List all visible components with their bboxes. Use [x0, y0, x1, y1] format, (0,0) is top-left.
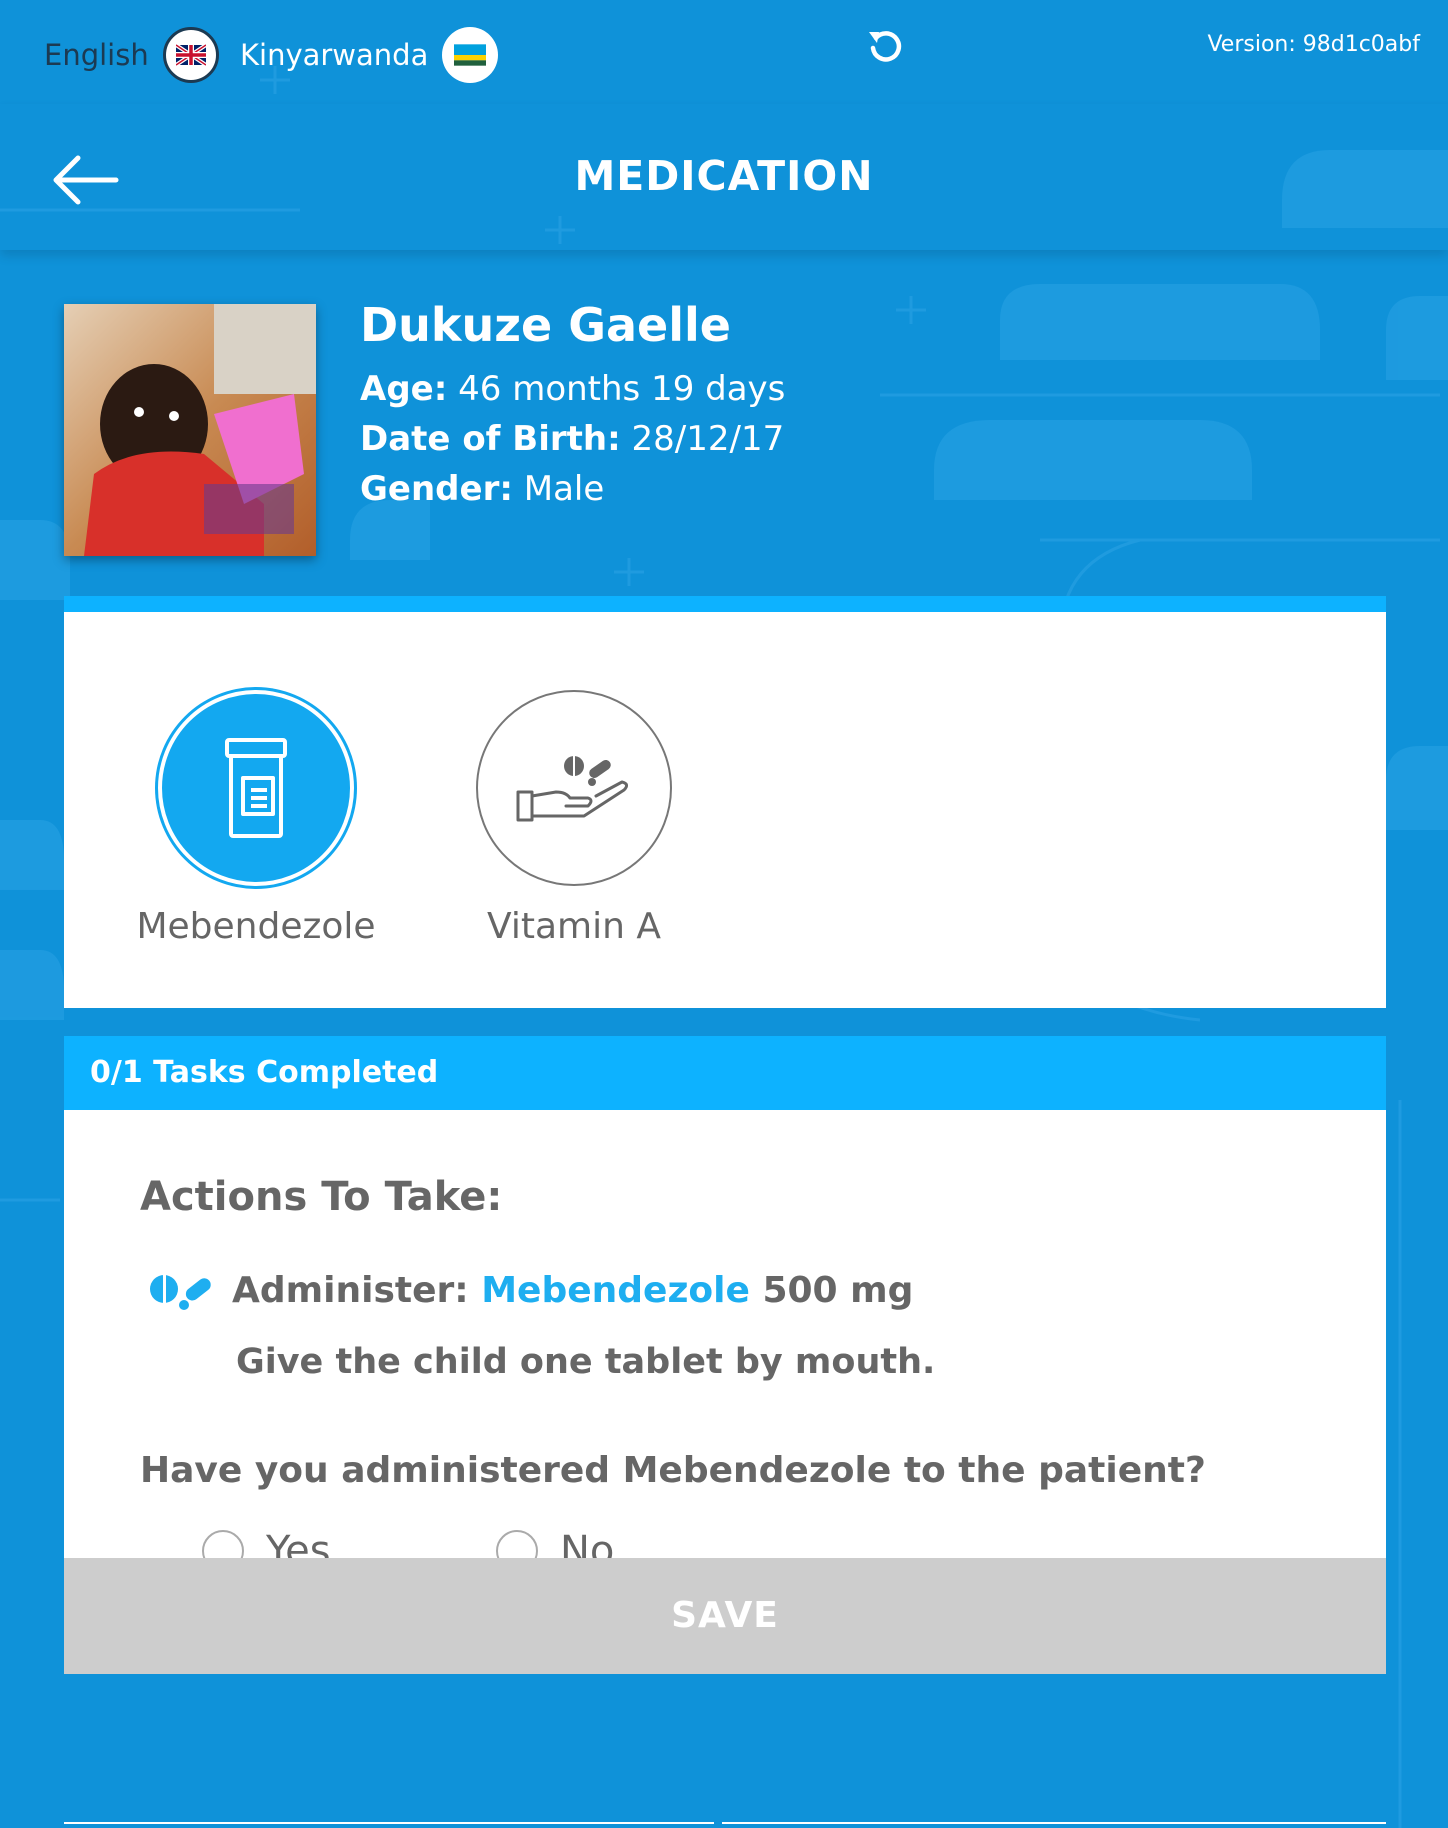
top-bar: English Kinyarwanda Version: 98d1c0abf	[0, 0, 1448, 104]
action-administer: Administer: Mebendezole 500 mg	[148, 1270, 913, 1311]
age-value: 46 months 19 days	[458, 369, 786, 409]
uk-flag-icon	[162, 27, 219, 83]
patient-gender: Gender: Male	[360, 464, 785, 514]
medication-label: Vitamin A	[487, 906, 661, 947]
refresh-icon[interactable]	[864, 24, 908, 68]
drug-name: Mebendezole	[481, 1270, 750, 1311]
actions-title: Actions To Take:	[140, 1174, 503, 1220]
administered-question: Have you administered Mebendezole to the…	[140, 1450, 1206, 1491]
medication-mebendezole[interactable]: Mebendezole	[136, 690, 376, 947]
medication-mebendezole-circle[interactable]	[158, 690, 354, 886]
tasks-status: 0/1 Tasks Completed	[90, 1055, 439, 1090]
bottom-divider	[64, 1822, 1386, 1824]
medication-vitamin-a[interactable]: Vitamin A	[454, 690, 694, 947]
instruction-text: Give the child one tablet by mouth.	[236, 1342, 936, 1382]
administer-text: Administer: Mebendezole 500 mg	[232, 1270, 913, 1311]
drug-dose: 500 mg	[762, 1270, 914, 1311]
medication-vitamin-a-circle[interactable]	[476, 690, 672, 886]
pills-icon	[150, 1272, 211, 1310]
hand-pills-icon	[516, 754, 629, 822]
language-english-label: English	[44, 38, 149, 72]
medication-selector: Mebendezole Vitamin A	[64, 596, 1386, 1008]
language-english[interactable]: English	[44, 24, 219, 86]
pill-bottle-icon	[225, 738, 287, 838]
save-button[interactable]: SAVE	[64, 1558, 1386, 1674]
patient-info: Dukuze Gaelle Age: 46 months 19 days Dat…	[360, 298, 785, 514]
dob-value: 28/12/17	[631, 419, 785, 459]
rwanda-flag-icon	[442, 27, 499, 83]
language-kinyarwanda-label: Kinyarwanda	[240, 38, 429, 72]
medication-label: Mebendezole	[136, 906, 376, 947]
page-title: MEDICATION	[574, 152, 874, 200]
language-kinyarwanda[interactable]: Kinyarwanda	[240, 24, 499, 86]
patient-name: Dukuze Gaelle	[360, 298, 731, 352]
gender-value: Male	[523, 469, 605, 509]
administer-label: Administer:	[232, 1270, 469, 1311]
tasks-status-bar: 0/1 Tasks Completed	[64, 1036, 1386, 1110]
version-label: Version: 98d1c0abf	[1207, 32, 1420, 57]
task-card: Actions To Take: Administer: Mebendezole…	[64, 1110, 1386, 1674]
dob-label: Date of Birth:	[360, 419, 621, 459]
patient-photo	[64, 304, 316, 556]
header: MEDICATION	[0, 104, 1448, 250]
gender-label: Gender:	[360, 469, 513, 509]
patient-age: Age: 46 months 19 days	[360, 364, 785, 414]
patient-dob: Date of Birth: 28/12/17	[360, 414, 785, 464]
age-label: Age:	[360, 369, 448, 409]
